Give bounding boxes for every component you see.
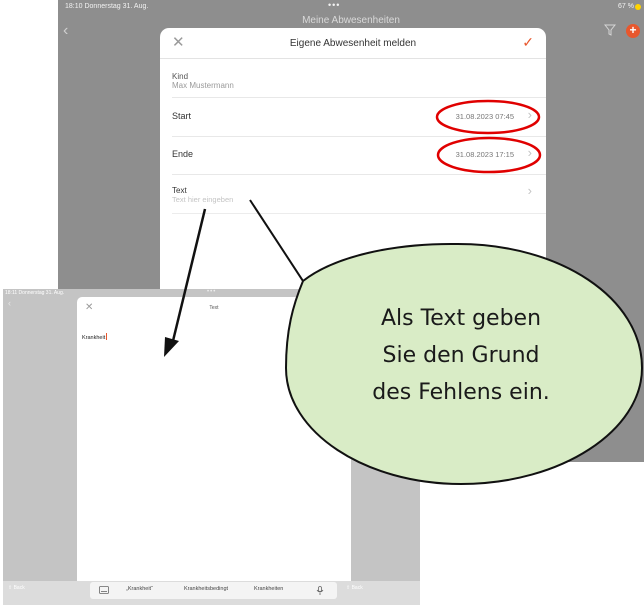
end-highlight-circle — [436, 136, 542, 174]
speech-bubble-text: Als Text geben Sie den Grund des Fehlens… — [330, 300, 592, 411]
pointer-arrowhead — [164, 337, 179, 357]
bubble-line-3: des Fehlens ein. — [372, 380, 550, 405]
bubble-line-2: Sie den Grund — [382, 343, 540, 368]
start-highlight-circle — [435, 99, 541, 135]
bubble-line-1: Als Text geben — [380, 306, 542, 331]
pointer-arrow-line — [170, 208, 207, 346]
